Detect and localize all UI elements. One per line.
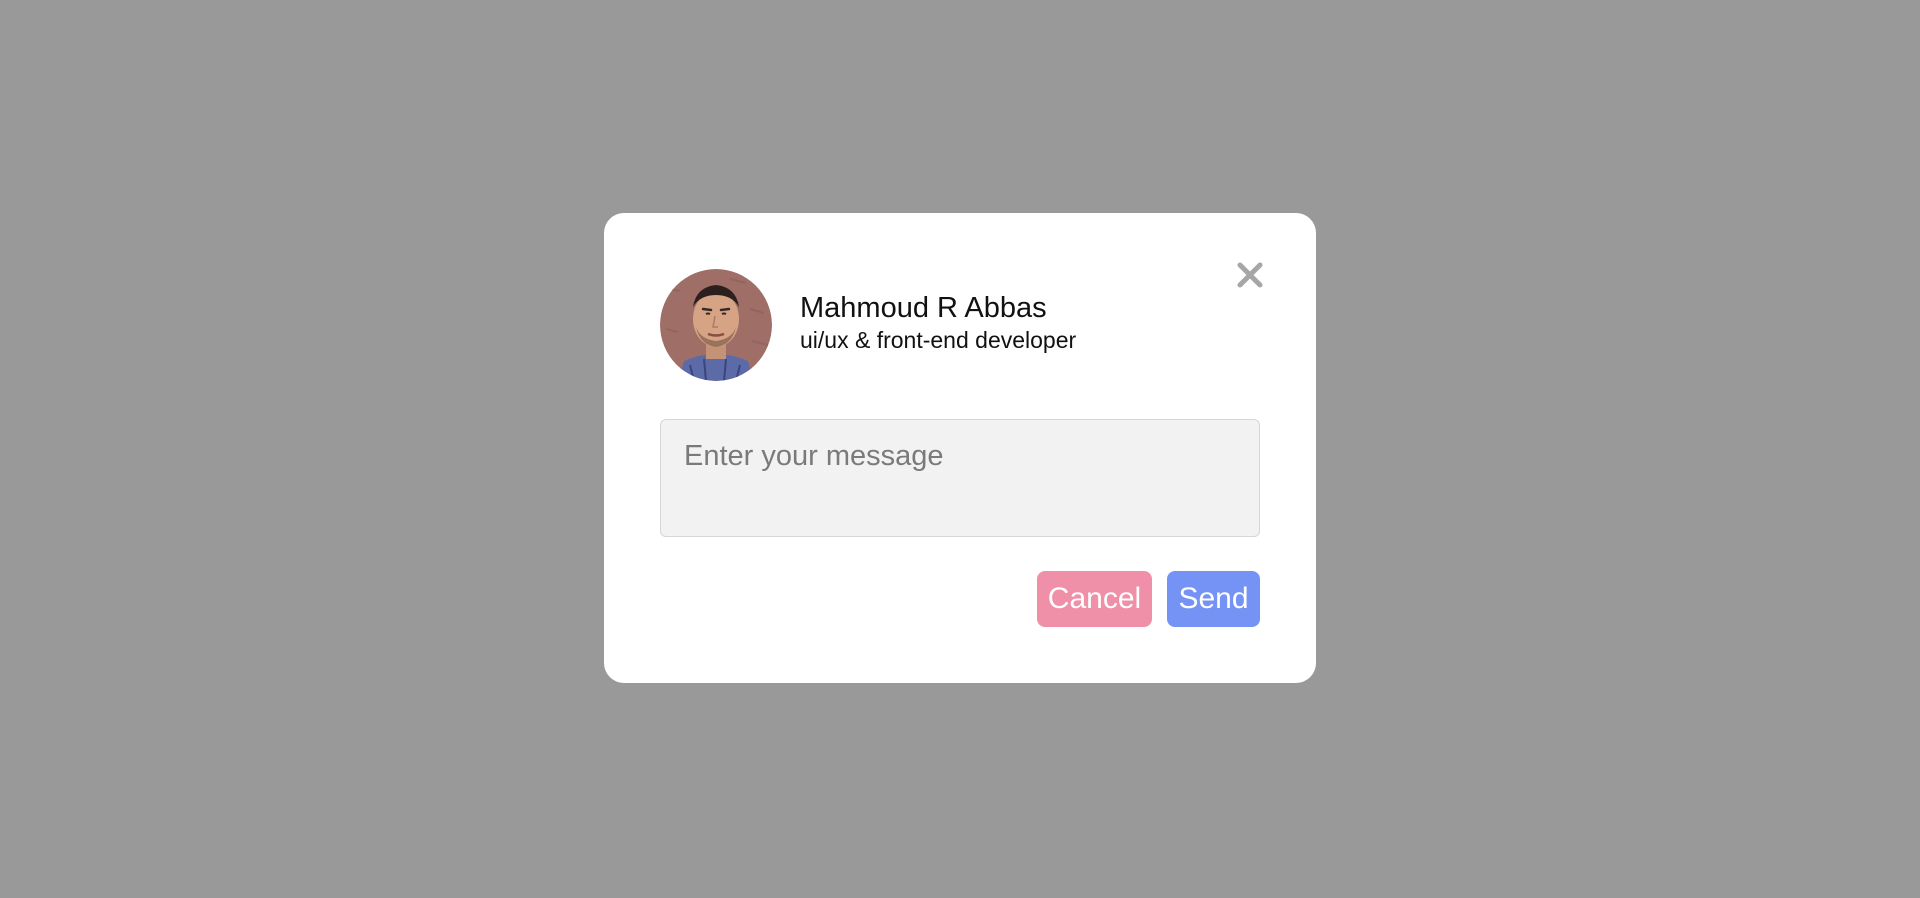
profile-role: ui/ux & front-end developer <box>800 327 1077 353</box>
profile-name: Mahmoud R Abbas <box>800 292 1047 324</box>
message-modal: Mahmoud R Abbas ui/ux & front-end develo… <box>604 213 1316 683</box>
message-input[interactable] <box>660 419 1260 537</box>
close-button[interactable] <box>1232 259 1268 295</box>
avatar <box>660 269 772 381</box>
close-icon <box>1237 262 1263 293</box>
cancel-button[interactable]: Cancel <box>1037 571 1152 627</box>
send-button[interactable]: Send <box>1167 571 1260 627</box>
